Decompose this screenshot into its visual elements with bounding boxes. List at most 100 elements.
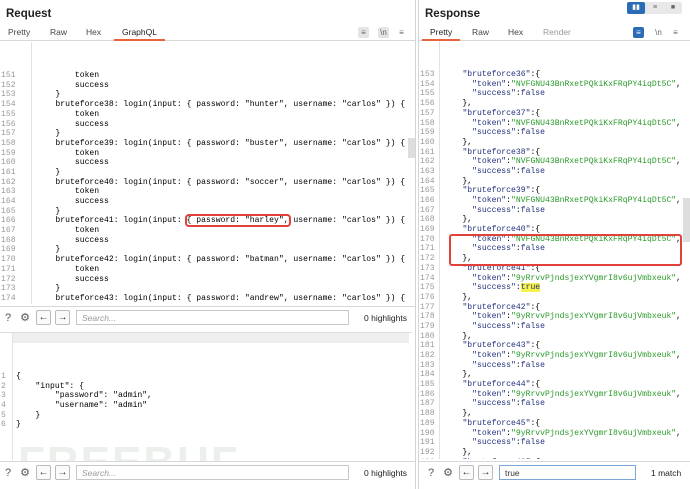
- code-line: 157 "bruteforce37":{: [420, 108, 541, 118]
- line-number: 154: [420, 79, 435, 89]
- next-match-button[interactable]: →: [478, 465, 493, 480]
- wrap-icon[interactable]: ≡: [633, 27, 644, 38]
- code-line: 177 "bruteforce42":{: [420, 302, 541, 312]
- newline-icon[interactable]: \n: [653, 27, 664, 38]
- code-line: 174 bruteforce43: login(input: { passwor…: [1, 293, 406, 303]
- tab-hex[interactable]: Hex: [86, 27, 101, 37]
- gear-icon[interactable]: ⚙: [18, 311, 32, 325]
- line-number: 184: [420, 370, 435, 380]
- single-pane-icon[interactable]: ■: [664, 2, 682, 14]
- request-search-bar: ? ⚙ ← → 0 highlights: [0, 306, 415, 328]
- menu-icon[interactable]: ≡: [670, 27, 681, 38]
- request-pane: Request Pretty Raw Hex GraphQL ≡ \n ≡ 15…: [0, 0, 416, 489]
- highlight-count: 0 highlights: [364, 468, 408, 478]
- line-number: 153: [1, 90, 16, 100]
- prev-match-button[interactable]: ←: [459, 465, 474, 480]
- line-number: 189: [420, 418, 435, 428]
- line-number: 177: [420, 302, 435, 312]
- split-vertical-icon[interactable]: ≡: [646, 2, 664, 14]
- prev-match-button[interactable]: ←: [36, 310, 51, 325]
- tab-raw[interactable]: Raw: [472, 27, 489, 37]
- code-line: 155 "success":false: [420, 89, 546, 99]
- line-number: 175: [420, 283, 435, 293]
- code-line: 155 token: [1, 109, 100, 119]
- code-line: 175 "success":true: [420, 283, 541, 293]
- request-tabs: Pretty Raw Hex GraphQL ≡ \n ≡: [0, 26, 415, 41]
- search-input[interactable]: [76, 310, 349, 325]
- variables-search-bar: ? ⚙ ← → 0 highlights: [0, 461, 415, 483]
- line-number: 163: [420, 166, 435, 176]
- tab-graphql[interactable]: GraphQL: [114, 27, 165, 41]
- line-number: 179: [420, 321, 435, 331]
- code-line: 5 }: [1, 410, 41, 420]
- code-line: 153 }: [1, 90, 61, 100]
- line-number: 183: [420, 360, 435, 370]
- wrap-icon[interactable]: ≡: [358, 27, 369, 38]
- line-number: 171: [420, 244, 435, 254]
- newline-icon[interactable]: \n: [378, 27, 389, 38]
- next-match-button[interactable]: →: [55, 310, 70, 325]
- line-number: 155: [420, 89, 435, 99]
- line-number: 163: [1, 187, 16, 197]
- line-number: 161: [1, 167, 16, 177]
- code-line: 169 }: [1, 245, 61, 255]
- code-line: 180 },: [420, 331, 473, 341]
- split-horizontal-icon[interactable]: ▮▮: [627, 2, 645, 14]
- line-number: 161: [420, 147, 435, 157]
- response-body-viewer[interactable]: 153 "bruteforce36":{154 "token":"NVFGNU4…: [419, 41, 683, 459]
- line-number: 166: [420, 196, 435, 206]
- line-number: 190: [420, 428, 435, 438]
- graphql-query-editor[interactable]: 151 token 152 success 153 } 154 bruteforce3…: [0, 42, 406, 304]
- code-line: 168 },: [420, 215, 473, 225]
- request-scrollbar[interactable]: [408, 138, 415, 158]
- tab-render[interactable]: Render: [543, 27, 571, 37]
- help-icon[interactable]: ?: [424, 466, 438, 480]
- code-line: 4 "username": "admin": [1, 400, 148, 410]
- next-match-button[interactable]: →: [55, 465, 70, 480]
- code-line: 163 "success":false: [420, 166, 546, 176]
- code-line: 2 "input": {: [1, 381, 84, 391]
- code-line: 164 },: [420, 176, 473, 186]
- match-count: 1 match: [651, 468, 682, 478]
- line-number: 188: [420, 409, 435, 419]
- line-number: 164: [1, 197, 16, 207]
- code-line: 1{: [1, 371, 21, 381]
- response-pane: ▮▮ ≡ ■ Response Pretty Raw Hex Render ≡ …: [418, 0, 690, 489]
- code-line: 179 "success":false: [420, 321, 546, 331]
- code-line: 162 "token":"NVFGNU43BnRxetPQkiKxFRqPY4i…: [420, 157, 682, 167]
- tab-raw[interactable]: Raw: [50, 27, 67, 37]
- gear-icon[interactable]: ⚙: [18, 466, 32, 480]
- line-number: 165: [420, 186, 435, 196]
- line-number: 3: [1, 391, 6, 401]
- code-line: 157 }: [1, 129, 61, 139]
- code-line: 152 success: [1, 80, 109, 90]
- tab-pretty[interactable]: Pretty: [421, 27, 461, 41]
- code-line: 193 "bruteforce46":{: [419, 458, 683, 459]
- line-number: 152: [1, 80, 16, 90]
- code-line: 166 "token":"NVFGNU43BnRxetPQkiKxFRqPY4i…: [420, 196, 682, 206]
- code-line: 190 "token":"9yRrvvPjndsjexYVgmrI8v6ujVm…: [420, 428, 682, 438]
- line-number: 2: [1, 381, 6, 391]
- search-input[interactable]: [76, 465, 349, 480]
- line-number: 169: [420, 225, 435, 235]
- code-line: 174 "token":"9yRrvvPjndsjexYVgmrI8v6ujVm…: [420, 273, 682, 283]
- code-line: 185 "bruteforce44":{: [420, 380, 541, 390]
- code-line: 6}: [1, 420, 21, 430]
- line-number: 164: [420, 176, 435, 186]
- help-icon[interactable]: ?: [1, 311, 15, 325]
- search-input[interactable]: [499, 465, 636, 480]
- code-line: 172 success: [1, 274, 109, 284]
- code-line: 183 "success":false: [420, 360, 546, 370]
- help-icon[interactable]: ?: [1, 466, 15, 480]
- menu-icon[interactable]: ≡: [396, 27, 407, 38]
- tab-pretty[interactable]: Pretty: [8, 27, 30, 37]
- tab-hex[interactable]: Hex: [508, 27, 523, 37]
- line-number: 158: [420, 118, 435, 128]
- line-number: 170: [1, 255, 16, 265]
- gear-icon[interactable]: ⚙: [441, 466, 455, 480]
- response-scrollbar[interactable]: [683, 198, 690, 242]
- prev-match-button[interactable]: ←: [36, 465, 51, 480]
- line-number: 5: [1, 410, 6, 420]
- code-line: 158 bruteforce39: login(input: { passwor…: [1, 138, 406, 148]
- line-number: 159: [1, 148, 16, 158]
